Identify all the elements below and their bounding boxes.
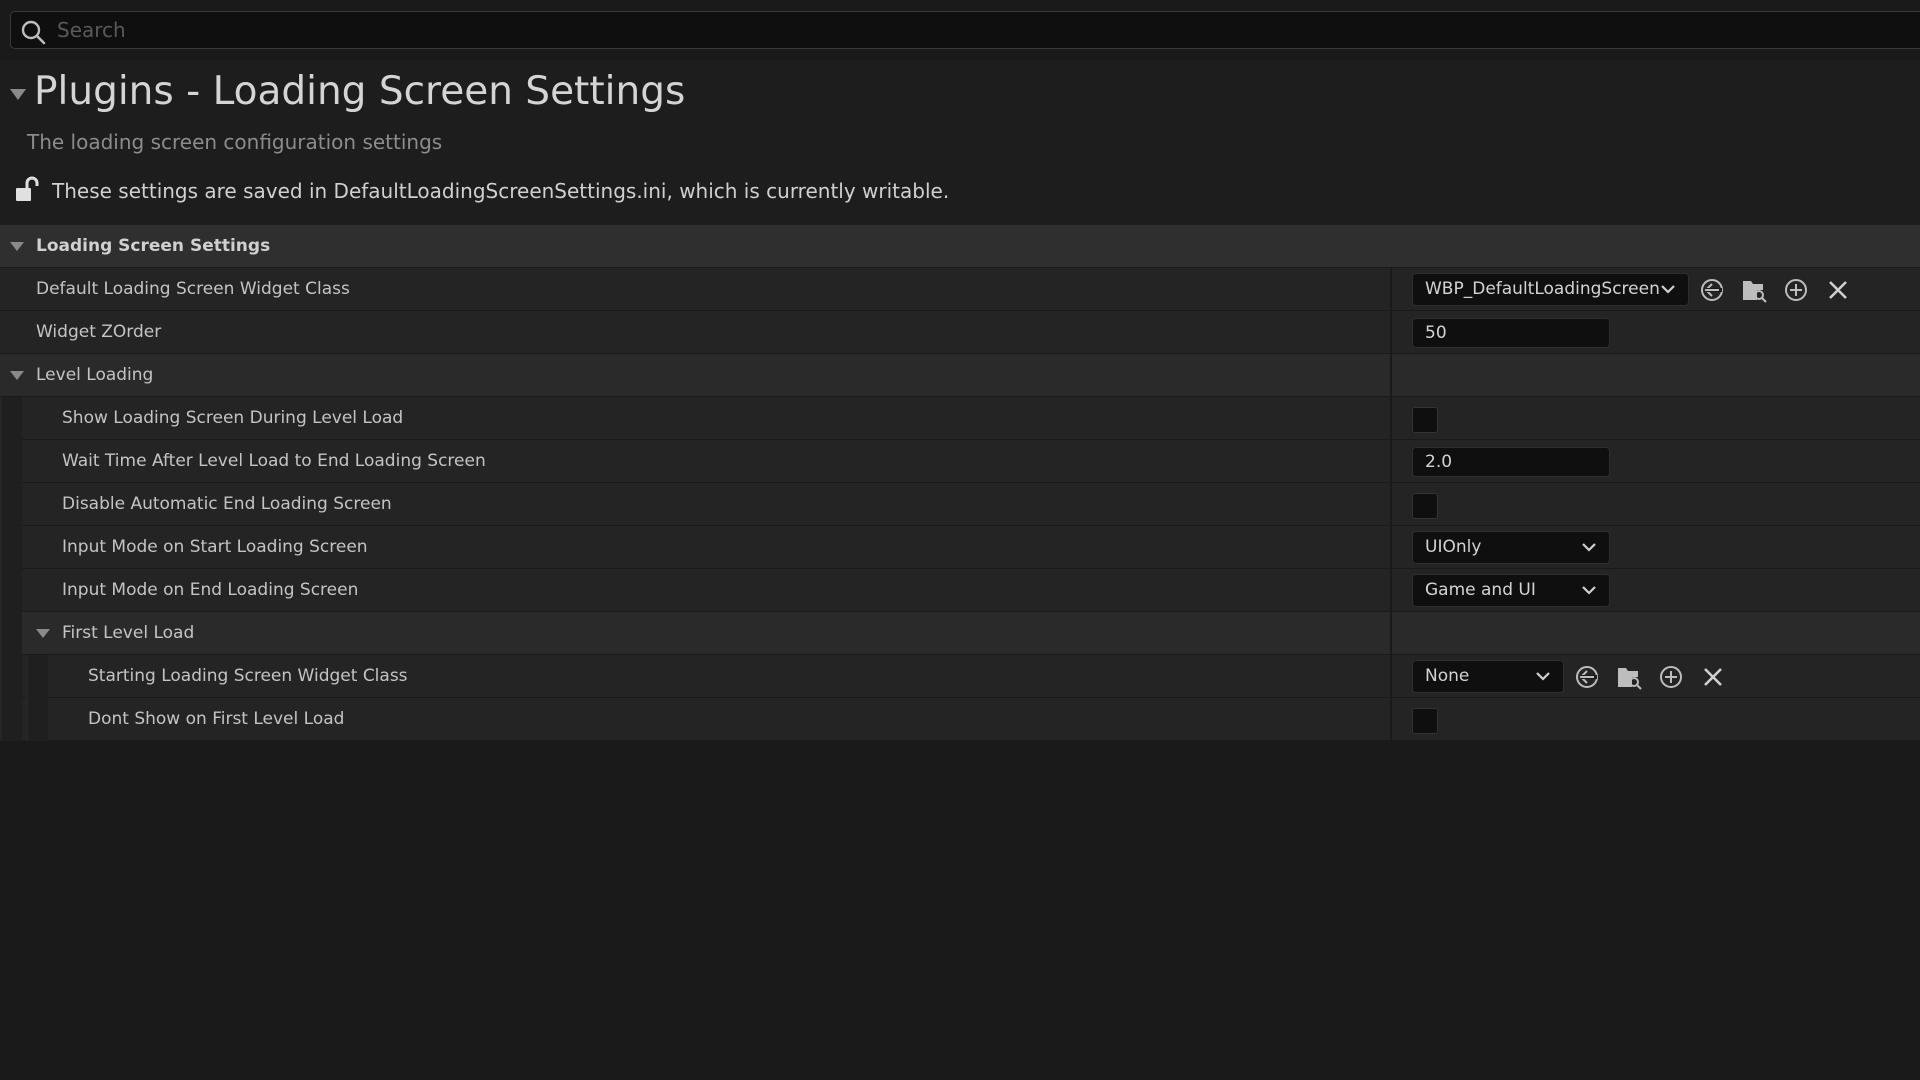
chevron-down-icon: [1661, 285, 1675, 294]
add-new-button[interactable]: [1780, 274, 1812, 306]
property-grid: Loading Screen Settings Default Loading …: [0, 225, 1920, 741]
search-icon: [21, 20, 46, 45]
indent-guide: [26, 698, 48, 741]
category-label: Loading Screen Settings: [36, 236, 271, 256]
expand-arrow-icon[interactable]: [10, 371, 24, 380]
chevron-down-icon: [1582, 543, 1596, 552]
property-label: Dont Show on First Level Load: [88, 709, 345, 729]
chevron-down-icon: [1536, 672, 1550, 681]
input-mode-end-dropdown[interactable]: Game and UI: [1412, 574, 1610, 607]
group-first-level-load[interactable]: First Level Load: [0, 612, 1920, 655]
property-row-starting-widget-class: Starting Loading Screen Widget Class Non…: [0, 655, 1920, 698]
property-row-wait-time: Wait Time After Level Load to End Loadin…: [0, 440, 1920, 483]
plus-circle-icon: [1660, 666, 1682, 688]
property-row-dont-show-first: Dont Show on First Level Load: [0, 698, 1920, 741]
column-splitter[interactable]: [1390, 483, 1392, 526]
indent-guide: [0, 698, 22, 741]
property-label: Show Loading Screen During Level Load: [62, 408, 404, 428]
property-label: Disable Automatic End Loading Screen: [62, 494, 392, 514]
group-level-loading[interactable]: Level Loading: [0, 354, 1920, 397]
column-splitter[interactable]: [1390, 698, 1392, 741]
dropdown-value: Game and UI: [1425, 580, 1536, 600]
category-loading-screen-settings[interactable]: Loading Screen Settings: [0, 225, 1920, 268]
arrow-left-circle-icon: [1701, 279, 1723, 301]
indent-guide: [0, 440, 22, 483]
search-input[interactable]: [55, 12, 1855, 48]
property-row-widget-zorder: Widget ZOrder 50: [0, 311, 1920, 354]
folder-search-icon: [1618, 668, 1642, 690]
plus-circle-icon: [1785, 279, 1807, 301]
dont-show-first-checkbox[interactable]: [1412, 708, 1438, 734]
indent-guide: [0, 397, 22, 440]
input-mode-start-dropdown[interactable]: UIOnly: [1412, 531, 1610, 564]
expand-arrow-icon[interactable]: [10, 242, 24, 251]
property-row-input-mode-start: Input Mode on Start Loading Screen UIOnl…: [0, 526, 1920, 569]
header-collapse-arrow-icon[interactable]: [10, 89, 26, 100]
wait-time-input[interactable]: 2.0: [1412, 447, 1610, 477]
indent-guide: [0, 655, 22, 698]
dropdown-value: UIOnly: [1425, 537, 1482, 557]
indent-guide: [0, 483, 22, 526]
page-subtitle: The loading screen configuration setting…: [27, 130, 443, 154]
property-label: Widget ZOrder: [36, 322, 162, 342]
indent-guide: [0, 612, 22, 655]
indent-guide: [26, 655, 48, 698]
arrow-left-circle-icon: [1576, 666, 1598, 688]
column-splitter[interactable]: [1390, 440, 1392, 483]
column-splitter[interactable]: [1390, 526, 1392, 569]
dropdown-value: WBP_DefaultLoadingScreen: [1425, 279, 1660, 299]
property-row-show-during-load: Show Loading Screen During Level Load: [0, 397, 1920, 440]
property-label: Input Mode on Start Loading Screen: [62, 537, 368, 557]
use-selected-button[interactable]: [1696, 274, 1728, 306]
property-row-input-mode-end: Input Mode on End Loading Screen Game an…: [0, 569, 1920, 612]
group-label: First Level Load: [62, 623, 195, 643]
class-picker-dropdown[interactable]: WBP_DefaultLoadingScreen: [1412, 273, 1689, 306]
clear-button[interactable]: [1822, 274, 1854, 306]
folder-search-icon: [1743, 281, 1767, 303]
indent-guide: [0, 569, 22, 612]
close-icon: [1704, 668, 1722, 686]
group-label: Level Loading: [36, 365, 154, 385]
column-splitter[interactable]: [1390, 268, 1392, 311]
property-label: Starting Loading Screen Widget Class: [88, 666, 408, 686]
settings-header: Plugins - Loading Screen Settings The lo…: [0, 60, 1920, 225]
property-label: Input Mode on End Loading Screen: [62, 580, 359, 600]
column-splitter[interactable]: [1390, 354, 1392, 397]
search-box[interactable]: [10, 11, 1920, 49]
expand-arrow-icon[interactable]: [36, 629, 50, 638]
column-splitter[interactable]: [1390, 612, 1392, 655]
disable-auto-end-checkbox[interactable]: [1412, 493, 1438, 519]
class-picker-dropdown[interactable]: None: [1412, 660, 1564, 693]
show-during-load-checkbox[interactable]: [1412, 407, 1438, 433]
column-splitter[interactable]: [1390, 311, 1392, 354]
clear-button[interactable]: [1697, 661, 1729, 693]
chevron-down-icon: [1582, 586, 1596, 595]
column-splitter[interactable]: [1390, 569, 1392, 612]
page-title: Plugins - Loading Screen Settings: [34, 69, 686, 114]
close-icon: [1829, 281, 1847, 299]
browse-button[interactable]: [1738, 274, 1770, 306]
property-label: Default Loading Screen Widget Class: [36, 279, 350, 299]
unlock-icon: [16, 176, 39, 201]
add-new-button[interactable]: [1655, 661, 1687, 693]
property-label: Wait Time After Level Load to End Loadin…: [62, 451, 486, 471]
column-splitter[interactable]: [1390, 655, 1392, 698]
indent-guide: [0, 526, 22, 569]
browse-button[interactable]: [1613, 661, 1645, 693]
search-bar: [0, 0, 1920, 60]
zorder-input[interactable]: 50: [1412, 318, 1610, 348]
column-splitter[interactable]: [1390, 397, 1392, 440]
dropdown-value: None: [1425, 666, 1470, 686]
config-file-notice: These settings are saved in DefaultLoadi…: [52, 179, 950, 203]
property-row-disable-auto-end: Disable Automatic End Loading Screen: [0, 483, 1920, 526]
property-row-default-widget-class: Default Loading Screen Widget Class WBP_…: [0, 268, 1920, 311]
use-selected-button[interactable]: [1571, 661, 1603, 693]
